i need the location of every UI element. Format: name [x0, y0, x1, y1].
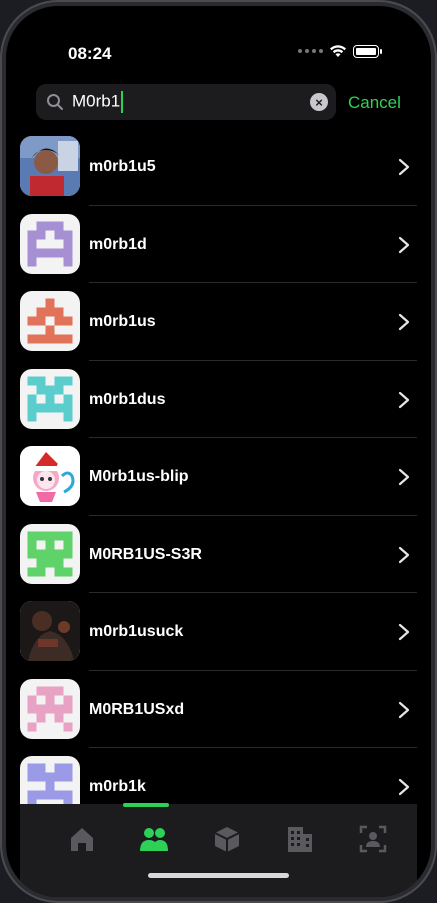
chevron-right-icon [398, 236, 410, 253]
list-item-label: m0rb1d [89, 235, 147, 253]
clear-search-icon[interactable]: × [310, 93, 328, 111]
text-caret [121, 91, 124, 113]
chevron-right-icon [398, 701, 410, 718]
list-item-label: M0rb1us-blip [89, 468, 189, 485]
list-item[interactable]: M0rb1us-blip [6, 438, 431, 516]
search-results-list: m0rb1u5 m0rb1d m0rb1us m0rb1dus M0rb1us-blip… [6, 128, 431, 826]
tab-building[interactable] [285, 824, 315, 854]
list-item[interactable]: m0rb1usuck [6, 593, 431, 671]
signal-icon [298, 49, 323, 53]
avatar [20, 523, 80, 584]
people-icon [140, 828, 168, 851]
wifi-icon [330, 45, 346, 57]
profile-scan-icon [359, 825, 387, 853]
list-item-label: m0rb1u5 [89, 158, 156, 175]
list-item[interactable]: M0RB1USxd [6, 671, 431, 748]
tab-profile-scan[interactable] [358, 824, 388, 854]
screen: 08:24 M0rb1 × Cancel m0rb1u5 m0rb1d m0rb1u… [6, 6, 431, 897]
chevron-right-icon [398, 623, 410, 641]
avatar [20, 678, 80, 739]
avatar [20, 136, 80, 196]
avatar [20, 291, 80, 351]
cancel-button[interactable]: Cancel [348, 93, 401, 113]
list-item-label: M0RB1USxd [89, 700, 185, 718]
home-indicator[interactable] [148, 873, 289, 878]
tab-bar [20, 804, 417, 897]
home-icon [71, 828, 93, 851]
avatar [20, 213, 80, 274]
status-icons [298, 44, 382, 58]
list-item[interactable]: M0RB1US-S3R [6, 516, 431, 593]
chevron-right-icon [398, 391, 410, 408]
search-icon [47, 94, 63, 110]
box-icon [214, 827, 240, 852]
avatar [20, 601, 80, 661]
chevron-right-icon [398, 778, 410, 796]
tab-home[interactable] [67, 824, 97, 854]
list-item-label: m0rb1usuck [89, 623, 184, 640]
list-item-label: m0rb1k [89, 778, 146, 795]
tab-people[interactable] [139, 824, 169, 854]
avatar [20, 368, 80, 429]
battery-icon [353, 44, 382, 58]
building-icon [288, 827, 312, 852]
chevron-right-icon [398, 313, 410, 331]
list-item-label: M0RB1US-S3R [89, 545, 202, 563]
avatar [20, 446, 80, 506]
search-input[interactable]: M0rb1 [72, 91, 124, 113]
active-tab-indicator [123, 803, 169, 807]
list-item[interactable]: m0rb1dus [6, 361, 431, 438]
list-item[interactable]: m0rb1d [6, 206, 431, 283]
chevron-right-icon [398, 546, 410, 563]
search-field[interactable]: M0rb1 × [36, 84, 336, 120]
list-item-label: m0rb1dus [89, 390, 166, 408]
tab-box[interactable] [212, 824, 242, 854]
list-item-label: m0rb1us [89, 313, 156, 330]
status-time: 08:24 [68, 44, 112, 63]
chevron-right-icon [398, 468, 410, 486]
list-item[interactable]: m0rb1us [6, 283, 431, 361]
chevron-right-icon [398, 158, 410, 176]
list-item[interactable]: m0rb1u5 [6, 128, 431, 206]
